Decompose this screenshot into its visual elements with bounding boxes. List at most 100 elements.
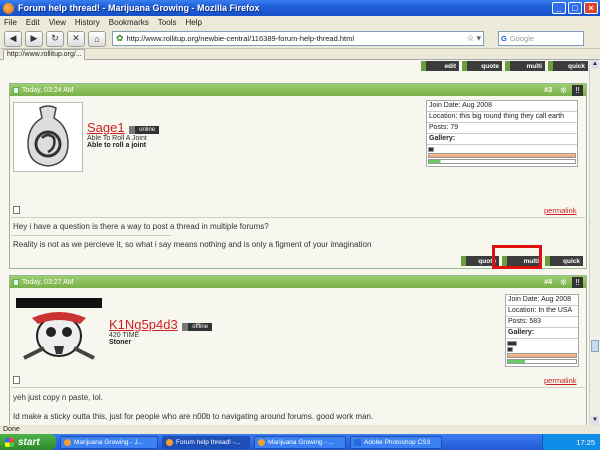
post-icon <box>13 86 19 94</box>
avatar-image <box>27 105 69 167</box>
maximize-button[interactable]: □ <box>568 2 582 14</box>
post-note-icon <box>13 376 20 384</box>
quick-reply-button[interactable]: quick <box>548 61 588 71</box>
scroll-thumb[interactable] <box>591 340 599 352</box>
taskbar-item-3[interactable]: Marijuana Growing - ... <box>254 435 346 449</box>
scroll-down-icon[interactable]: ▼ <box>591 416 599 425</box>
page-content: edit quote multi quick Today, 03:24 AM #… <box>0 60 589 425</box>
status-bar: Done <box>0 425 600 434</box>
photoshop-icon <box>354 438 361 446</box>
quick-reply-button[interactable]: quick <box>545 256 583 266</box>
join-date: Join Date: Aug 2008 <box>506 295 578 306</box>
post-count: Posts: 79 <box>427 123 577 134</box>
navigation-toolbar: ◀ ▶ ↻ ✕ ⌂ ✿ http://www.rollitup.org/newb… <box>0 29 600 49</box>
post-divider <box>11 387 585 388</box>
menu-bar: File Edit View History Bookmarks Tools H… <box>0 16 600 29</box>
address-url: http://www.rollitup.org/newbie-central/1… <box>126 34 355 43</box>
avatar[interactable] <box>13 295 105 369</box>
taskbar-item-label: Forum help thread! -... <box>176 438 241 446</box>
prev-post-buttons: edit quote multi quick <box>418 61 588 71</box>
username-link[interactable]: K1Ng5p4d3 <box>109 317 178 332</box>
edit-button[interactable]: edit <box>421 61 459 71</box>
rep-bar-1 <box>428 147 434 152</box>
quote-button[interactable]: quote <box>462 61 502 71</box>
bookmark-star-icon[interactable]: ☆ <box>466 33 474 44</box>
tab-bar: http://www.rollitup.org/... <box>0 49 600 60</box>
rep-icon[interactable]: ✲ <box>558 85 569 96</box>
avatar[interactable] <box>13 102 83 172</box>
user-panel-kingspade: K1Ng5p4d3 offline 420 TIME Stoner <box>13 295 213 369</box>
post-signature: Reality is not as we percieve it, so wha… <box>13 240 372 249</box>
reload-icon: ↻ <box>51 33 59 43</box>
user-rank: Stoner <box>109 339 132 346</box>
report-icon[interactable]: !! <box>572 84 583 96</box>
menu-edit[interactable]: Edit <box>26 18 40 27</box>
user-info-box: Join Date: Aug 2008 Location: In the USA… <box>505 294 579 367</box>
firefox-icon <box>258 438 265 446</box>
avatar-image <box>16 298 102 360</box>
stop-button[interactable]: ✕ <box>67 30 85 47</box>
gallery-label[interactable]: Gallery: <box>427 134 577 145</box>
clock[interactable]: 17:25 <box>576 438 595 447</box>
close-button[interactable]: × <box>584 2 598 14</box>
forward-button[interactable]: ▶ <box>25 30 43 47</box>
tab-current[interactable]: http://www.rollitup.org/... <box>3 49 85 60</box>
multi-button[interactable]: multi <box>505 61 545 71</box>
home-button[interactable]: ⌂ <box>88 30 106 47</box>
username-link[interactable]: Sage1 <box>87 120 125 135</box>
taskbar-item-label: Adobe Photoshop CS3 <box>364 438 431 446</box>
menu-help[interactable]: Help <box>185 18 201 27</box>
rep-bars <box>427 145 577 166</box>
forward-arrow-icon: ▶ <box>30 33 38 43</box>
home-icon: ⌂ <box>94 33 100 44</box>
firefox-icon <box>166 438 173 446</box>
location: Location: this big round thing they call… <box>427 112 577 123</box>
firefox-icon <box>3 2 14 14</box>
start-button[interactable]: start <box>0 434 56 450</box>
post-header: Today, 03:27 AM #4 ✲ !! <box>10 276 586 288</box>
go-dropdown-icon[interactable]: ▾ <box>476 33 481 44</box>
rep-icon[interactable]: ✲ <box>558 277 569 288</box>
stop-icon: ✕ <box>72 33 80 43</box>
search-placeholder: Google <box>509 34 535 43</box>
taskbar-item-1[interactable]: Marijuana Growing - J... <box>60 435 158 449</box>
gallery-label[interactable]: Gallery: <box>506 328 578 339</box>
rep-bar-4 <box>507 359 577 364</box>
post-number[interactable]: #4 <box>544 279 552 286</box>
rep-bar-1 <box>507 341 517 346</box>
start-label: start <box>18 436 40 448</box>
site-favicon-icon: ✿ <box>116 33 124 43</box>
post-number[interactable]: #3 <box>544 87 552 94</box>
reload-button[interactable]: ↻ <box>46 30 64 47</box>
permalink-link[interactable]: permalink <box>544 376 577 385</box>
menu-file[interactable]: File <box>4 18 17 27</box>
rep-bar-2 <box>428 153 576 158</box>
menu-history[interactable]: History <box>75 18 100 27</box>
permalink-link[interactable]: permalink <box>544 206 577 215</box>
rep-bar-2 <box>507 347 513 352</box>
menu-tools[interactable]: Tools <box>158 18 177 27</box>
scroll-up-icon[interactable]: ▲ <box>591 60 599 69</box>
rep-bar-3 <box>507 353 577 358</box>
system-tray: 17:25 <box>542 434 600 450</box>
post-message: Hey i have a question is there a way to … <box>13 222 269 231</box>
back-button[interactable]: ◀ <box>4 30 22 47</box>
taskbar: start Marijuana Growing - J... Forum hel… <box>0 434 600 450</box>
vertical-scrollbar[interactable]: ▲ ▼ <box>589 60 600 425</box>
rep-bar-3 <box>428 159 576 164</box>
minimize-button[interactable]: _ <box>552 2 566 14</box>
firefox-icon <box>64 438 71 446</box>
taskbar-item-4[interactable]: Adobe Photoshop CS3 <box>350 435 442 449</box>
post-count: Posts: 583 <box>506 317 578 328</box>
report-icon[interactable]: !! <box>572 276 583 288</box>
menu-bookmarks[interactable]: Bookmarks <box>109 18 149 27</box>
menu-view[interactable]: View <box>49 18 66 27</box>
back-arrow-icon: ◀ <box>9 33 17 43</box>
google-icon: G <box>501 34 507 43</box>
windows-logo-icon <box>5 437 14 447</box>
search-input[interactable]: G Google <box>498 31 584 46</box>
taskbar-item-2[interactable]: Forum help thread! -... <box>162 435 250 449</box>
window-title: Forum help thread! - Marijuana Growing -… <box>18 3 260 13</box>
user-rank: Able to roll a joint <box>87 142 147 149</box>
address-bar[interactable]: ✿ http://www.rollitup.org/newbie-central… <box>112 31 484 46</box>
